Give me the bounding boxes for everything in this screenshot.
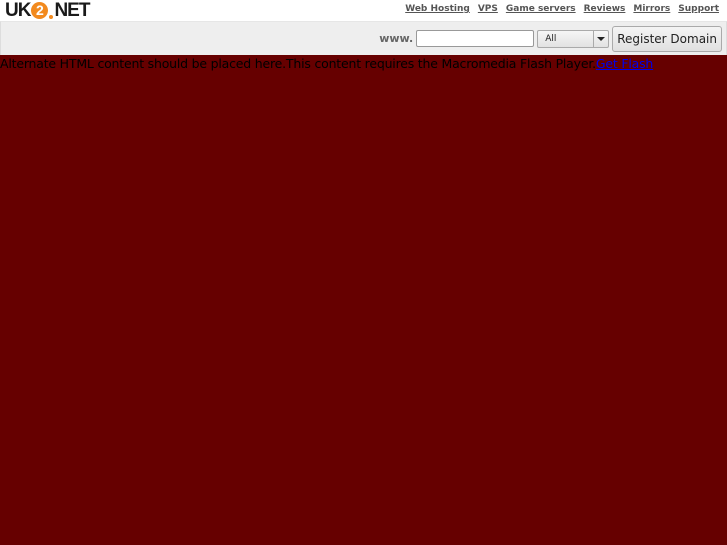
logo-prefix: UK [5, 0, 31, 21]
logo-suffix: NET [54, 0, 90, 21]
chevron-down-icon [597, 36, 606, 41]
nav-web-hosting[interactable]: Web Hosting [405, 4, 470, 14]
nav-reviews[interactable]: Reviews [584, 4, 626, 14]
flash-alternate-content: Alternate HTML content should be placed … [0, 56, 653, 71]
uk2-logo[interactable]: UK 2 NET [5, 0, 90, 21]
domain-search-form: www. All Register Domain [379, 25, 722, 52]
nav-game-servers[interactable]: Game servers [506, 4, 576, 14]
flash-content-area: Alternate HTML content should be placed … [0, 55, 727, 545]
domain-search-bar: www. All Register Domain [0, 21, 727, 55]
nav-vps[interactable]: VPS [478, 4, 498, 14]
logo-digit-badge: 2 [31, 2, 49, 19]
nav-support[interactable]: Support [678, 4, 719, 14]
nav-mirrors[interactable]: Mirrors [633, 4, 670, 14]
tld-selected-value: All [545, 33, 557, 44]
flash-alt-text: Alternate HTML content should be placed … [0, 56, 596, 71]
domain-name-input[interactable] [416, 30, 535, 47]
top-navigation: Web Hosting VPS Game servers Reviews Mir… [405, 4, 719, 14]
get-flash-link[interactable]: Get Flash [596, 56, 653, 71]
logo-dot [49, 14, 54, 19]
top-bar: UK 2 NET Web Hosting VPS Game servers Revi… [0, 0, 727, 21]
dropdown-arrow-button[interactable] [593, 30, 608, 47]
register-domain-button[interactable]: Register Domain [612, 25, 722, 52]
www-prefix-label: www. [379, 32, 414, 45]
tld-select[interactable]: All [537, 29, 610, 48]
